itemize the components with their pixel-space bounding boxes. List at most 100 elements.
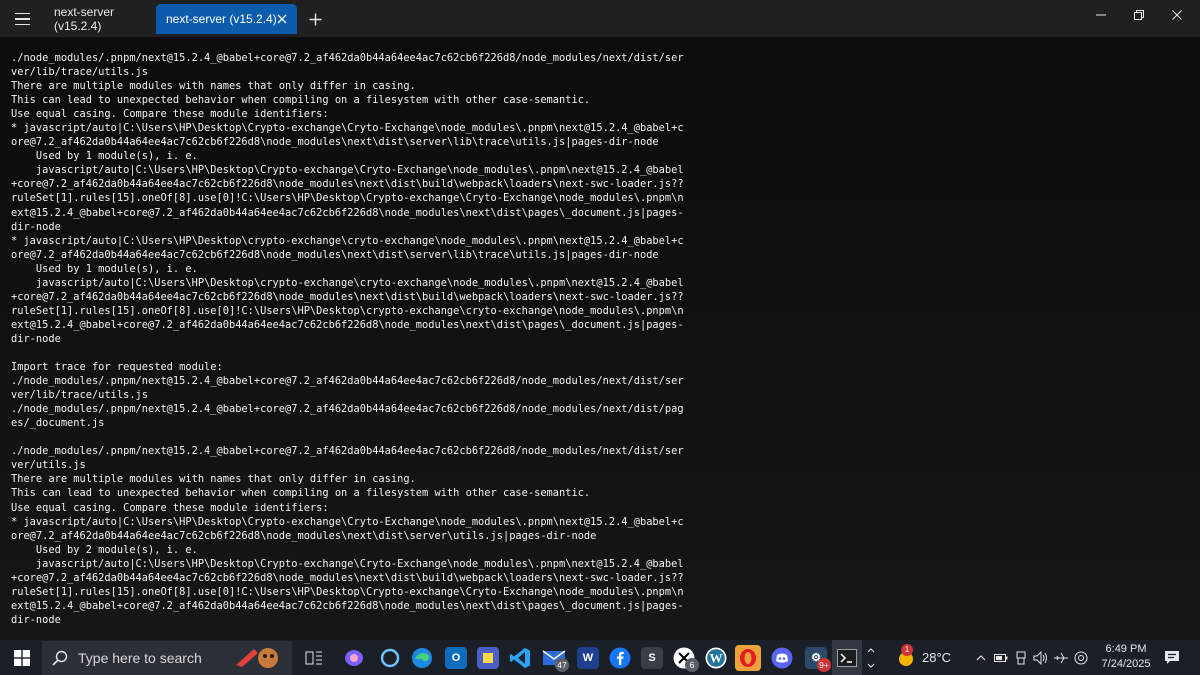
chevron-up-icon: [976, 654, 986, 660]
terminal-line: ruleSet[1].rules[15].oneOf[8].use[0]!C:\…: [11, 304, 684, 317]
vscode-button[interactable]: [504, 640, 536, 675]
minimize-icon: [1096, 14, 1106, 16]
terminal-line: This can lead to unexpected behavior whe…: [11, 94, 591, 107]
svg-text:W: W: [710, 650, 723, 665]
terminal-line: javascript/auto|C:\Users\HP\Desktop\Cryp…: [11, 557, 684, 570]
taskbar-search[interactable]: Type here to search: [42, 641, 292, 675]
terminal-line: ver/utils.js: [11, 459, 86, 472]
discord-icon: [771, 647, 793, 668]
tab-label: next-server (v15.2.4): [166, 12, 277, 26]
terminal-output[interactable]: ./node_modules/.pnpm/next@15.2.4_@babel+…: [0, 37, 1200, 640]
search-icon: [52, 650, 68, 666]
terminal-line: * javascript/auto|C:\Users\HP\Desktop\Cr…: [11, 515, 684, 528]
terminal-line: There are multiple modules with names th…: [11, 80, 416, 93]
close-window-button[interactable]: [1154, 0, 1200, 30]
network-tray-button[interactable]: [1052, 640, 1070, 675]
terminal-line: Used by 1 module(s), i. e.: [11, 262, 198, 275]
terminal-line: ./node_modules/.pnpm/next@15.2.4_@babel+…: [11, 403, 684, 416]
opera-button[interactable]: [732, 640, 764, 675]
terminal-line: ore@7.2_af462da0b44a64ee4ac7c62cb6f226d8…: [11, 529, 597, 542]
cortana-button[interactable]: [374, 640, 406, 675]
weather-temperature: 28°C: [922, 650, 952, 665]
vpn-icon: [1074, 651, 1088, 664]
volume-icon: [1033, 650, 1047, 665]
cortana-icon: [380, 648, 400, 667]
facebook-icon: [609, 647, 631, 668]
windscribe-button[interactable]: W: [572, 640, 604, 675]
task-view-icon: [305, 651, 322, 664]
terminal-line: javascript/auto|C:\Users\HP\Desktop\Cryp…: [11, 164, 684, 177]
menu-icon[interactable]: [8, 5, 36, 33]
close-tab-icon[interactable]: [273, 10, 291, 28]
terminal-line: ./node_modules/.pnpm/next@15.2.4_@babel+…: [11, 375, 684, 388]
wordpress-icon: W: [705, 647, 727, 668]
airplane-mode-icon: [1054, 652, 1068, 663]
terminal-line: ./node_modules/.pnpm/next@15.2.4_@babel+…: [11, 445, 684, 458]
vscode-icon: [510, 647, 530, 668]
terminal-line: es/_document.js: [11, 417, 105, 430]
tab-next-server-2[interactable]: next-server (v15.2.4): [156, 4, 297, 34]
terminal-line: Use equal casing. Compare these module i…: [11, 108, 329, 121]
notifications-button[interactable]: [1160, 640, 1184, 675]
task-view-button[interactable]: [298, 640, 330, 675]
windscribe-icon: W: [577, 646, 599, 669]
vpn-tray-button[interactable]: [1072, 640, 1090, 675]
terminal-line: ext@15.2.4_@babel+core@7.2_af462da0b44a6…: [11, 599, 684, 612]
terminal-taskbar-button[interactable]: [832, 640, 862, 675]
x-button[interactable]: 6: [668, 640, 700, 675]
terminal-line: ./node_modules/.pnpm/next@15.2.4_@babel+…: [11, 52, 684, 64]
show-hidden-icons-button[interactable]: [972, 640, 990, 675]
steam-button[interactable]: ⚙ 9+: [800, 640, 832, 675]
overflow-scroll-button[interactable]: [864, 640, 878, 675]
usb-icon: [1016, 651, 1026, 664]
tab-next-server-1[interactable]: next-server (v15.2.4): [44, 4, 154, 34]
mail-button[interactable]: 47: [538, 640, 570, 675]
terminal-line: dir-node: [11, 332, 61, 345]
new-tab-button[interactable]: [304, 8, 326, 30]
terminal-line: Used by 1 module(s), i. e.: [11, 150, 198, 163]
edge-button[interactable]: [406, 640, 438, 675]
battery-icon: [994, 653, 1008, 662]
terminal-line: ext@15.2.4_@babel+core@7.2_af462da0b44a6…: [11, 206, 684, 219]
stickies-button[interactable]: [472, 640, 504, 675]
opera-icon: [740, 648, 756, 667]
windows-start-button[interactable]: [6, 640, 38, 675]
tab-label: next-server (v15.2.4): [54, 5, 115, 33]
terminal-line: * javascript/auto|C:\Users\HP\Desktop\cr…: [11, 234, 684, 247]
terminal-line: ext@15.2.4_@babel+core@7.2_af462da0b44a6…: [11, 318, 684, 331]
weather-alert-badge: 1: [901, 643, 913, 656]
taskbar: Type here to search O 47 W S 6 W ⚙ 9+ 1 …: [0, 640, 1200, 675]
taskbar-clock[interactable]: 6:49 PM 7/24/2025: [1095, 642, 1157, 672]
discord-button[interactable]: [766, 640, 798, 675]
weather-widget[interactable]: 1 28°C: [896, 640, 966, 675]
steam-badge: 9+: [817, 658, 831, 672]
s-app-button[interactable]: S: [636, 640, 668, 675]
terminal-text: ./node_modules/.pnpm/next@15.2.4_@babel+…: [11, 51, 691, 627]
plus-icon: [309, 13, 321, 25]
terminal-line: There are multiple modules with names th…: [11, 473, 416, 486]
clock-date: 7/24/2025: [1101, 658, 1151, 670]
terminal-line: This can lead to unexpected behavior whe…: [11, 487, 591, 500]
terminal-line: ver/lib/trace/utils.js: [11, 66, 149, 79]
usb-tray-button[interactable]: [1012, 640, 1030, 675]
battery-tray-button[interactable]: [992, 640, 1010, 675]
volume-tray-button[interactable]: [1032, 640, 1050, 675]
notification-icon: [1165, 650, 1179, 664]
terminal-line: Import trace for requested module:: [11, 361, 223, 374]
outlook-icon: O: [445, 646, 467, 669]
wordpress-button[interactable]: W: [700, 640, 732, 675]
close-icon: [1172, 10, 1182, 20]
edge-icon: [412, 647, 432, 668]
terminal-line: +core@7.2_af462da0b44a64ee4ac7c62cb6f226…: [11, 178, 684, 191]
terminal-titlebar: next-server (v15.2.4) next-server (v15.2…: [0, 0, 1200, 37]
terminal-line: Used by 2 module(s), i. e.: [11, 543, 198, 556]
copilot-button[interactable]: [338, 640, 370, 675]
terminal-line: +core@7.2_af462da0b44a64ee4ac7c62cb6f226…: [11, 290, 684, 303]
chevron-updown-icon: [867, 647, 875, 668]
facebook-button[interactable]: [604, 640, 636, 675]
clock-time: 6:49 PM: [1105, 643, 1147, 655]
mail-badge: 47: [555, 658, 569, 672]
outlook-button[interactable]: O: [440, 640, 472, 675]
